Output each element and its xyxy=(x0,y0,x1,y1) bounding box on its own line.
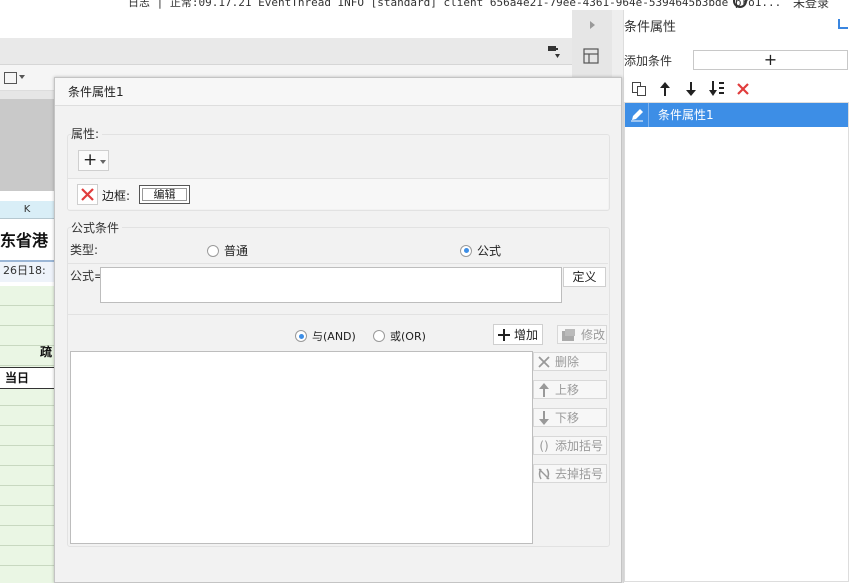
toolbar-strip xyxy=(0,38,572,65)
panel-title: 条件属性 xyxy=(624,20,677,35)
type-normal-radio[interactable]: 普通 xyxy=(207,242,248,259)
dialog-title: 条件属性1 xyxy=(55,78,621,106)
radio-label: 普通 xyxy=(224,244,249,258)
sheet-grid-column[interactable] xyxy=(0,286,54,583)
border-style-icon[interactable] xyxy=(4,72,17,84)
chevron-down-icon[interactable] xyxy=(19,75,25,79)
sheet-date-cell[interactable]: 26日18: xyxy=(0,260,54,282)
formula-group-label: 公式条件 xyxy=(71,219,123,236)
move-bottom-icon[interactable] xyxy=(706,79,728,99)
delete-label: 删除 xyxy=(555,355,580,369)
move-up-button[interactable]: 上移 xyxy=(533,380,607,399)
expand-arrow-icon[interactable] xyxy=(590,21,595,29)
plus-icon: + xyxy=(83,150,98,170)
edit-pencil-icon[interactable] xyxy=(625,103,649,127)
delete-attr-button[interactable] xyxy=(77,184,98,205)
sheet-cell-day[interactable]: 当日 xyxy=(0,367,54,389)
remove-bracket-icon xyxy=(538,468,550,479)
add-button-label: 增加 xyxy=(514,328,539,342)
arrow-up-icon xyxy=(539,382,549,397)
add-bracket-label: 添加括号 xyxy=(555,439,604,453)
define-button[interactable]: 定义 xyxy=(563,267,606,287)
type-row: 类型: 普通 公式 xyxy=(68,236,608,264)
radio-icon xyxy=(207,244,219,257)
add-bracket-button[interactable]: () 添加括号 xyxy=(533,436,607,455)
delete-item-button[interactable]: 删除 xyxy=(533,352,607,371)
radio-label: 公式 xyxy=(477,244,502,258)
radio-label: 与(AND) xyxy=(312,330,356,343)
radio-icon xyxy=(373,330,385,342)
divider xyxy=(68,314,608,315)
plus-icon xyxy=(498,328,510,341)
collapse-icon[interactable] xyxy=(838,19,848,29)
border-edit-button[interactable]: 编辑 xyxy=(139,185,190,204)
add-condition-item-button[interactable]: 增加 xyxy=(493,324,543,345)
add-attr-dropdown[interactable]: + xyxy=(78,150,109,171)
log-bar: 日志 | 正常:09.17.21 EventThread INFO [stand… xyxy=(0,0,854,10)
condition-list: 条件属性1 xyxy=(624,102,849,582)
modify-button[interactable]: 修改 xyxy=(557,325,607,344)
modify-label: 修改 xyxy=(581,328,606,342)
condition-list-toolbar xyxy=(624,78,849,100)
radio-label: 或(OR) xyxy=(390,330,426,343)
move-up-icon[interactable] xyxy=(654,79,676,99)
border-attr-row: 边框: 编辑 xyxy=(68,178,608,209)
cell-layout-icon[interactable] xyxy=(583,48,599,64)
border-label: 边框: xyxy=(102,189,131,203)
attr-group-label: 属性: xyxy=(71,125,103,142)
remove-bracket-label: 去掉括号 xyxy=(555,467,604,481)
radio-selected-icon xyxy=(295,330,307,342)
move-up-label: 上移 xyxy=(555,383,580,397)
logic-and-radio[interactable]: 与(AND) xyxy=(295,328,356,344)
copy-icon[interactable] xyxy=(628,79,650,99)
list-item[interactable]: 条件属性1 xyxy=(625,103,848,127)
move-down-button[interactable]: 下移 xyxy=(533,408,607,427)
list-item-label: 条件属性1 xyxy=(658,108,714,122)
column-header-k[interactable]: K xyxy=(0,201,54,219)
formula-label: 公式= xyxy=(70,269,105,283)
delete-icon xyxy=(538,355,550,368)
formula-input[interactable] xyxy=(100,267,562,303)
delete-icon[interactable] xyxy=(732,79,754,99)
chevron-down-icon xyxy=(100,160,106,164)
move-down-icon[interactable] xyxy=(680,79,702,99)
format-painter-icon[interactable] xyxy=(547,45,561,59)
type-formula-radio[interactable]: 公式 xyxy=(460,242,501,259)
close-icon xyxy=(81,188,94,201)
login-status[interactable]: 未登录 xyxy=(793,0,829,10)
sheet-gray-area xyxy=(0,99,54,191)
sheet-cell[interactable]: 疏 xyxy=(40,343,52,360)
add-condition-button[interactable]: + xyxy=(693,50,848,70)
modify-icon xyxy=(562,328,575,341)
type-label: 类型: xyxy=(70,243,99,257)
radio-selected-icon xyxy=(460,244,472,257)
arrow-down-icon xyxy=(539,410,549,425)
logic-or-radio[interactable]: 或(OR) xyxy=(373,328,426,344)
condition-attr-panel: 条件属性 添加条件 + 条件属性1 xyxy=(623,10,854,583)
log-text: 日志 | 正常:09.17.21 EventThread INFO [stand… xyxy=(128,0,782,9)
bracket-icon: () xyxy=(539,438,549,453)
move-down-label: 下移 xyxy=(555,411,580,425)
sheet-title-cell[interactable]: 东省港 xyxy=(0,227,48,251)
condition-items-list[interactable] xyxy=(70,351,533,544)
condition-attr-dialog: 条件属性1 属性: + 边框: 编辑 公式条件 类型: 普通 公式 公式= 定义… xyxy=(54,77,622,583)
add-condition-label: 添加条件 xyxy=(624,54,673,68)
remove-bracket-button[interactable]: 去掉括号 xyxy=(533,464,607,483)
